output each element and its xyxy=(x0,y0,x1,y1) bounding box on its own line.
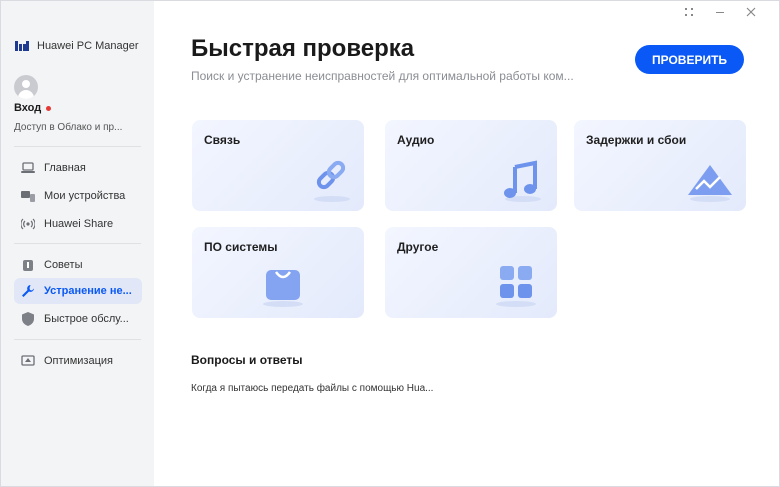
sidebar-item-optimization[interactable]: Оптимизация xyxy=(14,348,142,374)
sidebar-item-home[interactable]: Главная xyxy=(14,155,142,181)
login-link[interactable]: Вход xyxy=(14,102,52,114)
faq-section-title: Вопросы и ответы xyxy=(191,353,303,367)
laptop-icon xyxy=(21,161,35,175)
card-label: Задержки и сбои xyxy=(586,133,687,147)
software-bag-icon xyxy=(263,270,303,307)
sidebar-item-label: Главная xyxy=(44,162,86,174)
close-icon xyxy=(746,7,756,17)
category-card-lag[interactable]: Задержки и сбои xyxy=(574,120,746,211)
expand-icon xyxy=(685,8,693,16)
app-title-bar: Huawei PC Manager xyxy=(15,40,139,52)
category-card-connection[interactable]: Связь xyxy=(192,120,364,211)
sidebar-item-label: Советы xyxy=(44,259,83,271)
sidebar-item-tips[interactable]: Советы xyxy=(14,252,142,278)
page-title: Быстрая проверка xyxy=(191,35,415,62)
grid-icon xyxy=(496,266,536,307)
sidebar-item-label: Huawei Share xyxy=(44,218,114,230)
sidebar-item-quick-service[interactable]: Быстрое обслу... xyxy=(14,306,142,332)
music-note-icon xyxy=(504,160,541,202)
category-card-other[interactable]: Другое xyxy=(385,227,557,318)
page-subtitle: Поиск и устранение неисправностей для оп… xyxy=(191,69,574,83)
login-label: Вход xyxy=(14,102,42,114)
sidebar-divider xyxy=(14,146,141,147)
mini-mode-button[interactable] xyxy=(684,7,694,20)
wrench-icon xyxy=(21,284,35,298)
service-icon xyxy=(21,312,35,326)
optimize-icon xyxy=(21,354,35,368)
app-title: Huawei PC Manager xyxy=(37,40,139,52)
notification-dot xyxy=(46,105,52,111)
cloud-access-text[interactable]: Доступ в Облако и пр... xyxy=(14,122,122,133)
sidebar-item-label: Устранение не... xyxy=(44,285,132,297)
card-label: Другое xyxy=(397,240,439,254)
lag-triangle-icon xyxy=(688,165,732,202)
sidebar-item-label: Мои устройства xyxy=(44,190,126,202)
category-card-audio[interactable]: Аудио xyxy=(385,120,557,211)
app-window: Huawei PC Manager Вход Доступ в Облако и… xyxy=(0,0,780,487)
avatar[interactable] xyxy=(14,75,38,99)
link-icon xyxy=(314,160,350,202)
close-button[interactable] xyxy=(746,7,756,20)
sidebar-item-label: Оптимизация xyxy=(44,355,113,367)
card-label: Аудио xyxy=(397,133,435,147)
sidebar-item-my-devices[interactable]: Мои устройства xyxy=(14,183,142,209)
card-label: Связь xyxy=(204,133,241,147)
app-logo-icon xyxy=(15,41,29,51)
sidebar-item-label: Быстрое обслу... xyxy=(44,313,129,325)
card-label: ПО системы xyxy=(204,240,278,254)
faq-item-link[interactable]: Когда я пытаюсь передать файлы с помощью… xyxy=(191,383,433,394)
sidebar: Huawei PC Manager Вход Доступ в Облако и… xyxy=(1,1,154,486)
check-button[interactable]: ПРОВЕРИТЬ xyxy=(635,45,744,74)
sidebar-divider xyxy=(14,339,141,340)
sidebar-divider xyxy=(14,243,141,244)
sidebar-item-huawei-share[interactable]: Huawei Share xyxy=(14,211,142,237)
devices-icon xyxy=(21,189,35,203)
minimize-button[interactable] xyxy=(715,7,725,20)
minimize-icon xyxy=(716,12,724,13)
sidebar-item-troubleshooting[interactable]: Устранение не... xyxy=(14,278,142,304)
tips-icon xyxy=(21,258,35,272)
category-card-system-software[interactable]: ПО системы xyxy=(192,227,364,318)
share-wave-icon xyxy=(21,217,35,231)
